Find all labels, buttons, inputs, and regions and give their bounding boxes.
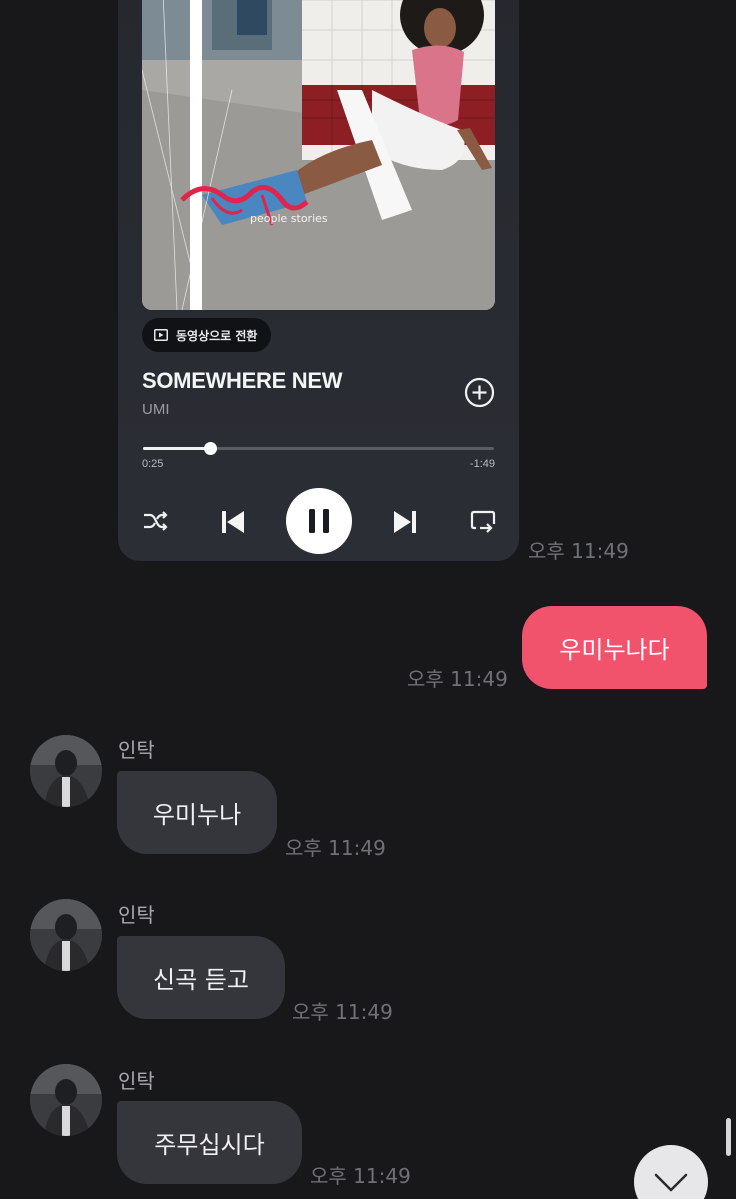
pause-button[interactable]	[286, 488, 352, 554]
shuffle-icon[interactable]	[142, 509, 168, 533]
progress-knob[interactable]	[203, 442, 217, 455]
avatar[interactable]	[30, 899, 102, 971]
sender-name: 인탁	[118, 903, 155, 927]
remaining-time: -1:49	[469, 458, 495, 470]
chevron-down-icon	[654, 1173, 688, 1192]
album-cover-art	[142, 0, 495, 310]
message-timestamp: 오후 11:49	[407, 667, 508, 691]
incoming-message-bubble[interactable]: 신곡 듣고	[117, 936, 285, 1019]
message-timestamp: 오후 11:49	[310, 1164, 411, 1188]
plus-circle-icon[interactable]	[464, 377, 495, 408]
play-square-icon	[154, 329, 168, 341]
avatar[interactable]	[30, 1064, 102, 1136]
album-cover[interactable]: people stories	[142, 0, 495, 310]
message-timestamp: 오후 11:49	[285, 836, 386, 860]
sender-name: 인탁	[118, 1069, 155, 1093]
playback-progress-bar[interactable]	[143, 442, 494, 455]
message-timestamp: 오후 11:49	[528, 539, 629, 563]
avatar[interactable]	[30, 735, 102, 807]
avatar-image	[30, 899, 102, 971]
incoming-message-bubble[interactable]: 주무십시다	[117, 1101, 302, 1184]
switch-to-video-label: 동영상으로 전환	[176, 328, 258, 343]
scroll-to-bottom-button[interactable]	[634, 1145, 708, 1199]
song-title: SOMEWHERE NEW	[142, 368, 343, 393]
progress-fill	[143, 447, 210, 450]
chat-screen: people stories 동영상으로 전환 SOMEWHERE NEW UM…	[0, 0, 736, 1199]
song-artist: UMI	[142, 401, 170, 418]
cover-caption: people stories	[250, 212, 328, 225]
sender-name: 인탁	[118, 738, 155, 762]
outgoing-message-bubble[interactable]: 우미누나다	[522, 606, 707, 689]
message-timestamp: 오후 11:49	[292, 1000, 393, 1024]
pause-icon	[309, 509, 329, 533]
avatar-image	[30, 735, 102, 807]
scrollbar[interactable]	[726, 1118, 731, 1156]
elapsed-time: 0:25	[142, 458, 164, 470]
music-share-card[interactable]: people stories 동영상으로 전환 SOMEWHERE NEW UM…	[118, 0, 519, 561]
skip-previous-icon[interactable]	[220, 509, 246, 535]
switch-to-video-button[interactable]: 동영상으로 전환	[142, 318, 272, 352]
incoming-message-bubble[interactable]: 우미누나	[117, 771, 277, 854]
avatar-image	[30, 1064, 102, 1136]
repeat-icon[interactable]	[470, 508, 496, 534]
skip-next-icon[interactable]	[392, 509, 418, 535]
